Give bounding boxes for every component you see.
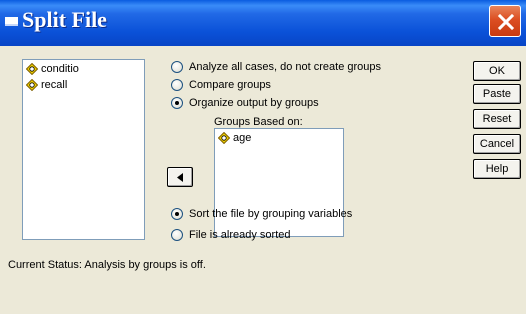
organize-output-radio[interactable]: Organize output by groups	[171, 97, 319, 109]
compare-groups-label: Compare groups	[189, 79, 271, 91]
scale-variable-icon	[26, 63, 38, 75]
variable-name: conditio	[41, 63, 79, 75]
list-item-recall[interactable]: recall	[26, 78, 67, 92]
split-file-dialog: Split File conditio recall Analyze all c…	[0, 0, 526, 314]
sort-by-grouping-label: Sort the file by grouping variables	[189, 208, 353, 220]
help-button[interactable]: Help	[473, 159, 521, 179]
arrow-left-icon	[177, 173, 183, 182]
groups-based-on-label: Groups Based on:	[214, 116, 303, 128]
radio-button-selected[interactable]	[171, 208, 183, 220]
dialog-body: conditio recall Analyze all cases, do no…	[0, 46, 526, 314]
close-button[interactable]	[489, 5, 521, 37]
scale-variable-icon	[26, 79, 38, 91]
analyze-all-label: Analyze all cases, do not create groups	[189, 61, 382, 73]
current-status-text: Current Status: Analysis by groups is of…	[8, 259, 206, 271]
radio-button[interactable]	[171, 229, 183, 241]
list-item-conditio[interactable]: conditio	[26, 62, 79, 76]
compare-groups-radio[interactable]: Compare groups	[171, 79, 271, 91]
move-variable-button[interactable]	[167, 167, 193, 187]
window-icon	[5, 17, 18, 26]
radio-button[interactable]	[171, 79, 183, 91]
window-title: Split File	[22, 7, 107, 32]
radio-button-selected[interactable]	[171, 97, 183, 109]
ok-button[interactable]: OK	[473, 61, 521, 81]
analyze-all-radio[interactable]: Analyze all cases, do not create groups	[171, 61, 381, 73]
variable-name: recall	[41, 79, 68, 91]
list-item-age[interactable]: age	[218, 131, 251, 145]
already-sorted-label: File is already sorted	[189, 229, 291, 241]
already-sorted-radio[interactable]: File is already sorted	[171, 229, 291, 241]
groups-based-on-list[interactable]: age	[214, 128, 344, 237]
variable-name: age	[233, 132, 252, 144]
title-bar[interactable]: Split File	[0, 0, 526, 46]
cancel-button[interactable]: Cancel	[473, 134, 521, 154]
radio-button[interactable]	[171, 61, 183, 73]
variable-list[interactable]: conditio recall	[22, 59, 145, 240]
scale-variable-icon	[218, 132, 230, 144]
reset-button[interactable]: Reset	[473, 109, 521, 129]
organize-output-label: Organize output by groups	[189, 97, 319, 109]
paste-button[interactable]: Paste	[473, 84, 521, 104]
sort-by-grouping-radio[interactable]: Sort the file by grouping variables	[171, 208, 352, 220]
close-icon	[497, 13, 515, 31]
